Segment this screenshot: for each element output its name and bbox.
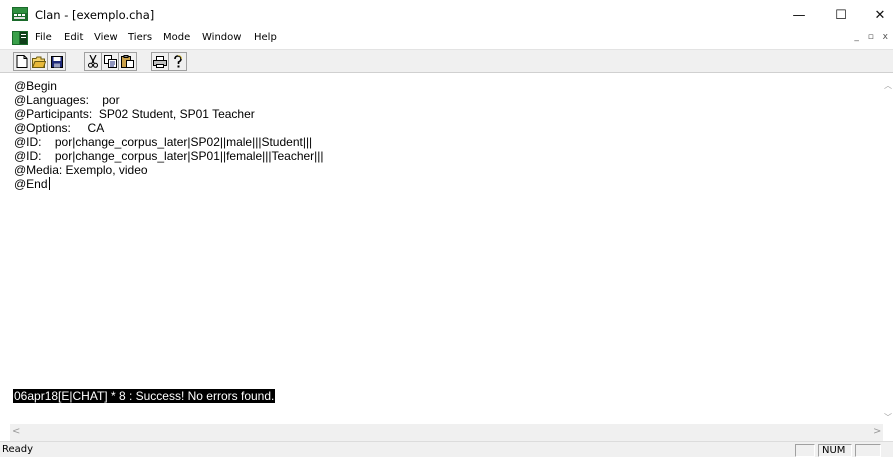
clan-app-icon bbox=[12, 7, 28, 21]
minimize-button[interactable]: — bbox=[776, 0, 822, 30]
open-folder-icon bbox=[32, 56, 46, 68]
status-panel-caps bbox=[795, 444, 815, 457]
window-title: Clan - [exemplo.cha] bbox=[35, 8, 155, 22]
transcript-editor[interactable]: @Begin @Languages: por @Participants: SP… bbox=[10, 76, 883, 424]
minimize-icon: — bbox=[792, 7, 806, 23]
menu-help[interactable]: Help bbox=[254, 32, 277, 43]
scissors-icon bbox=[88, 55, 98, 68]
cut-button[interactable] bbox=[85, 53, 102, 70]
toolbar bbox=[0, 49, 893, 73]
status-ready-text: Ready bbox=[2, 444, 34, 455]
menu-bar: File Edit View Tiers Mode Window Help _ … bbox=[0, 30, 893, 47]
print-button[interactable] bbox=[152, 53, 169, 70]
scroll-up-icon[interactable]: ︿ bbox=[883, 80, 893, 91]
save-file-button[interactable] bbox=[48, 53, 65, 70]
editor-line-end[interactable]: @End bbox=[14, 177, 50, 191]
editor-line-options[interactable]: @Options: CA bbox=[14, 121, 104, 135]
editor-line-begin[interactable]: @Begin bbox=[14, 79, 57, 93]
copy-button[interactable] bbox=[102, 53, 119, 70]
editor-line-id-sp02[interactable]: @ID: por|change_corpus_later|SP02||male|… bbox=[14, 135, 312, 149]
paste-clipboard-icon bbox=[121, 55, 134, 68]
edit-toolbar-group bbox=[84, 52, 137, 71]
status-bar: Ready NUM bbox=[0, 441, 893, 457]
scroll-right-icon[interactable]: > bbox=[873, 426, 881, 437]
menu-edit[interactable]: Edit bbox=[64, 32, 83, 43]
maximize-icon: ☐ bbox=[835, 7, 847, 23]
editor-line-id-sp01[interactable]: @ID: por|change_corpus_later|SP01||femal… bbox=[14, 149, 324, 163]
editor-line-media[interactable]: @Media: Exemplo, video bbox=[14, 163, 148, 177]
editor-line-participants[interactable]: @Participants: SP02 Student, SP01 Teache… bbox=[14, 107, 255, 121]
help-question-icon bbox=[173, 55, 182, 68]
horizontal-scrollbar[interactable]: < > bbox=[10, 424, 883, 441]
menu-mode[interactable]: Mode bbox=[163, 32, 190, 43]
paste-button[interactable] bbox=[119, 53, 136, 70]
open-file-button[interactable] bbox=[31, 53, 48, 70]
copy-icon bbox=[103, 55, 117, 68]
text-caret bbox=[48, 177, 50, 190]
menu-tiers[interactable]: Tiers bbox=[128, 32, 152, 43]
menu-file[interactable]: File bbox=[35, 32, 52, 43]
document-icon[interactable] bbox=[12, 31, 28, 45]
close-button[interactable]: ✕ bbox=[857, 0, 893, 30]
vertical-scrollbar[interactable]: ︿ ﹀ bbox=[883, 76, 893, 424]
help-button[interactable] bbox=[169, 53, 186, 70]
file-toolbar-group bbox=[13, 52, 66, 71]
new-file-button[interactable] bbox=[14, 53, 31, 70]
check-result-message: 06apr18[E|CHAT] * 8 : Success! No errors… bbox=[13, 389, 276, 403]
scroll-left-icon[interactable]: < bbox=[12, 426, 20, 437]
scroll-down-icon[interactable]: ﹀ bbox=[883, 412, 893, 423]
editor-line-end-text: @End bbox=[14, 177, 48, 191]
menu-view[interactable]: View bbox=[94, 32, 118, 43]
num-lock-indicator: NUM bbox=[822, 445, 846, 456]
mdi-window-controls[interactable]: _ ▫ x bbox=[854, 32, 891, 42]
status-panel-num: NUM bbox=[818, 444, 852, 457]
close-icon: ✕ bbox=[874, 7, 886, 23]
print-help-toolbar-group bbox=[151, 52, 187, 71]
editor-line-languages[interactable]: @Languages: por bbox=[14, 93, 120, 107]
printer-icon bbox=[153, 55, 167, 68]
menu-window[interactable]: Window bbox=[202, 32, 241, 43]
status-panel-scroll bbox=[855, 444, 881, 457]
new-file-icon bbox=[16, 55, 28, 68]
title-bar: Clan - [exemplo.cha] — ☐ ✕ bbox=[0, 0, 893, 30]
save-disk-icon bbox=[50, 55, 63, 68]
